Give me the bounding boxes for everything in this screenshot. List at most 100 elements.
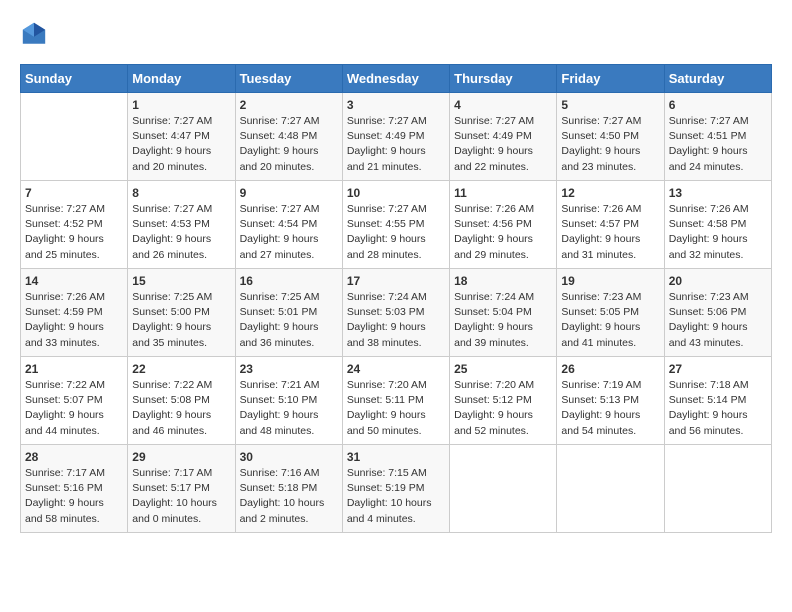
weekday-header: Thursday: [450, 65, 557, 93]
calendar-week-row: 1 Sunrise: 7:27 AM Sunset: 4:47 PM Daylig…: [21, 93, 772, 181]
calendar-cell: 2 Sunrise: 7:27 AM Sunset: 4:48 PM Daylig…: [235, 93, 342, 181]
day-number: 1: [132, 98, 230, 112]
day-info: Sunrise: 7:15 AM Sunset: 5:19 PM Dayligh…: [347, 466, 445, 527]
day-info: Sunrise: 7:22 AM Sunset: 5:07 PM Dayligh…: [25, 378, 123, 439]
calendar-cell: 12Sunrise: 7:26 AM Sunset: 4:57 PM Dayli…: [557, 181, 664, 269]
day-info: Sunrise: 7:27 AM Sunset: 4:51 PM Dayligh…: [669, 114, 767, 175]
weekday-header: Sunday: [21, 65, 128, 93]
calendar-cell: 28Sunrise: 7:17 AM Sunset: 5:16 PM Dayli…: [21, 445, 128, 533]
day-info: Sunrise: 7:21 AM Sunset: 5:10 PM Dayligh…: [240, 378, 338, 439]
calendar-cell: 8 Sunrise: 7:27 AM Sunset: 4:53 PM Daylig…: [128, 181, 235, 269]
day-number: 17: [347, 274, 445, 288]
day-number: 28: [25, 450, 123, 464]
calendar-cell: 3 Sunrise: 7:27 AM Sunset: 4:49 PM Daylig…: [342, 93, 449, 181]
weekday-header: Friday: [557, 65, 664, 93]
day-info: Sunrise: 7:20 AM Sunset: 5:11 PM Dayligh…: [347, 378, 445, 439]
day-number: 18: [454, 274, 552, 288]
day-number: 12: [561, 186, 659, 200]
calendar-cell: 24 Sunrise: 7:20 AM Sunset: 5:11 PM Dayli…: [342, 357, 449, 445]
calendar-week-row: 21Sunrise: 7:22 AM Sunset: 5:07 PM Dayli…: [21, 357, 772, 445]
calendar-cell: 1 Sunrise: 7:27 AM Sunset: 4:47 PM Daylig…: [128, 93, 235, 181]
calendar-cell: 6 Sunrise: 7:27 AM Sunset: 4:51 PM Daylig…: [664, 93, 771, 181]
day-info: Sunrise: 7:20 AM Sunset: 5:12 PM Dayligh…: [454, 378, 552, 439]
day-info: Sunrise: 7:22 AM Sunset: 5:08 PM Dayligh…: [132, 378, 230, 439]
calendar-week-row: 7 Sunrise: 7:27 AM Sunset: 4:52 PM Daylig…: [21, 181, 772, 269]
calendar-cell: 21Sunrise: 7:22 AM Sunset: 5:07 PM Dayli…: [21, 357, 128, 445]
day-info: Sunrise: 7:23 AM Sunset: 5:06 PM Dayligh…: [669, 290, 767, 351]
calendar-cell: 18Sunrise: 7:24 AM Sunset: 5:04 PM Dayli…: [450, 269, 557, 357]
day-info: Sunrise: 7:27 AM Sunset: 4:47 PM Dayligh…: [132, 114, 230, 175]
calendar-cell: 7 Sunrise: 7:27 AM Sunset: 4:52 PM Daylig…: [21, 181, 128, 269]
day-info: Sunrise: 7:27 AM Sunset: 4:48 PM Dayligh…: [240, 114, 338, 175]
day-number: 3: [347, 98, 445, 112]
day-number: 6: [669, 98, 767, 112]
weekday-header: Monday: [128, 65, 235, 93]
day-info: Sunrise: 7:27 AM Sunset: 4:49 PM Dayligh…: [347, 114, 445, 175]
day-info: Sunrise: 7:27 AM Sunset: 4:52 PM Dayligh…: [25, 202, 123, 263]
calendar-cell: 31 Sunrise: 7:15 AM Sunset: 5:19 PM Dayli…: [342, 445, 449, 533]
calendar-cell: 16 Sunrise: 7:25 AM Sunset: 5:01 PM Dayli…: [235, 269, 342, 357]
day-number: 9: [240, 186, 338, 200]
day-number: 4: [454, 98, 552, 112]
calendar-cell: 23 Sunrise: 7:21 AM Sunset: 5:10 PM Dayli…: [235, 357, 342, 445]
day-info: Sunrise: 7:17 AM Sunset: 5:17 PM Dayligh…: [132, 466, 230, 527]
calendar-cell: 22Sunrise: 7:22 AM Sunset: 5:08 PM Dayli…: [128, 357, 235, 445]
calendar-cell: 20 Sunrise: 7:23 AM Sunset: 5:06 PM Dayli…: [664, 269, 771, 357]
day-number: 31: [347, 450, 445, 464]
calendar-cell: 5Sunrise: 7:27 AM Sunset: 4:50 PM Daylig…: [557, 93, 664, 181]
calendar-cell: [664, 445, 771, 533]
day-number: 23: [240, 362, 338, 376]
day-info: Sunrise: 7:27 AM Sunset: 4:54 PM Dayligh…: [240, 202, 338, 263]
day-info: Sunrise: 7:27 AM Sunset: 4:50 PM Dayligh…: [561, 114, 659, 175]
day-info: Sunrise: 7:27 AM Sunset: 4:49 PM Dayligh…: [454, 114, 552, 175]
day-info: Sunrise: 7:27 AM Sunset: 4:53 PM Dayligh…: [132, 202, 230, 263]
day-number: 25: [454, 362, 552, 376]
day-number: 26: [561, 362, 659, 376]
calendar-cell: 9 Sunrise: 7:27 AM Sunset: 4:54 PM Daylig…: [235, 181, 342, 269]
day-number: 8: [132, 186, 230, 200]
logo-icon: [20, 20, 48, 48]
page-header: [20, 20, 772, 48]
calendar-cell: 17 Sunrise: 7:24 AM Sunset: 5:03 PM Dayli…: [342, 269, 449, 357]
day-info: Sunrise: 7:27 AM Sunset: 4:55 PM Dayligh…: [347, 202, 445, 263]
day-number: 20: [669, 274, 767, 288]
logo: [20, 20, 52, 48]
day-info: Sunrise: 7:16 AM Sunset: 5:18 PM Dayligh…: [240, 466, 338, 527]
day-info: Sunrise: 7:25 AM Sunset: 5:01 PM Dayligh…: [240, 290, 338, 351]
calendar-cell: 30Sunrise: 7:16 AM Sunset: 5:18 PM Dayli…: [235, 445, 342, 533]
day-number: 10: [347, 186, 445, 200]
day-number: 2: [240, 98, 338, 112]
calendar-cell: 14 Sunrise: 7:26 AM Sunset: 4:59 PM Dayli…: [21, 269, 128, 357]
day-info: Sunrise: 7:24 AM Sunset: 5:03 PM Dayligh…: [347, 290, 445, 351]
calendar-cell: [557, 445, 664, 533]
day-number: 15: [132, 274, 230, 288]
calendar-cell: 25 Sunrise: 7:20 AM Sunset: 5:12 PM Dayli…: [450, 357, 557, 445]
day-number: 27: [669, 362, 767, 376]
calendar-cell: [450, 445, 557, 533]
calendar-body: 1 Sunrise: 7:27 AM Sunset: 4:47 PM Daylig…: [21, 93, 772, 533]
calendar-cell: 11 Sunrise: 7:26 AM Sunset: 4:56 PM Dayli…: [450, 181, 557, 269]
weekday-header: Tuesday: [235, 65, 342, 93]
day-number: 11: [454, 186, 552, 200]
day-number: 24: [347, 362, 445, 376]
day-number: 7: [25, 186, 123, 200]
calendar-cell: 19 Sunrise: 7:23 AM Sunset: 5:05 PM Dayli…: [557, 269, 664, 357]
day-info: Sunrise: 7:19 AM Sunset: 5:13 PM Dayligh…: [561, 378, 659, 439]
day-number: 16: [240, 274, 338, 288]
day-info: Sunrise: 7:23 AM Sunset: 5:05 PM Dayligh…: [561, 290, 659, 351]
day-number: 14: [25, 274, 123, 288]
day-info: Sunrise: 7:26 AM Sunset: 4:58 PM Dayligh…: [669, 202, 767, 263]
calendar-week-row: 14 Sunrise: 7:26 AM Sunset: 4:59 PM Dayli…: [21, 269, 772, 357]
calendar-cell: [21, 93, 128, 181]
calendar-week-row: 28Sunrise: 7:17 AM Sunset: 5:16 PM Dayli…: [21, 445, 772, 533]
day-number: 13: [669, 186, 767, 200]
day-number: 19: [561, 274, 659, 288]
weekday-header: Wednesday: [342, 65, 449, 93]
day-info: Sunrise: 7:26 AM Sunset: 4:59 PM Dayligh…: [25, 290, 123, 351]
weekday-header: Saturday: [664, 65, 771, 93]
day-info: Sunrise: 7:26 AM Sunset: 4:56 PM Dayligh…: [454, 202, 552, 263]
day-info: Sunrise: 7:25 AM Sunset: 5:00 PM Dayligh…: [132, 290, 230, 351]
calendar-cell: 29Sunrise: 7:17 AM Sunset: 5:17 PM Dayli…: [128, 445, 235, 533]
calendar-cell: 26 Sunrise: 7:19 AM Sunset: 5:13 PM Dayli…: [557, 357, 664, 445]
calendar-cell: 13 Sunrise: 7:26 AM Sunset: 4:58 PM Dayli…: [664, 181, 771, 269]
